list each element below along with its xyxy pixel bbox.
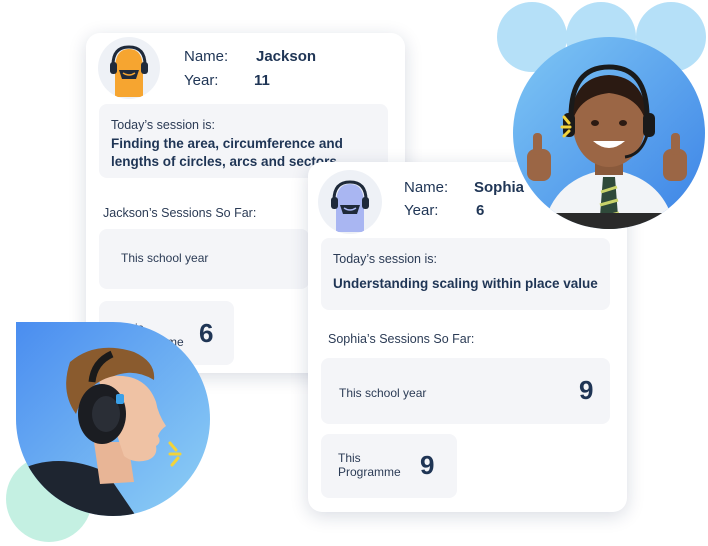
sophia-school-year-count: 9 [579,375,594,405]
jackson-year: 11 [254,72,270,89]
sophia-sessions-heading: Sophia’s Sessions So Far: [328,332,475,346]
jackson-photo [16,322,210,516]
jackson-name-label: Name: [184,48,229,65]
jackson-school-year-label: This school year [121,251,209,265]
jackson-avatar [98,37,160,99]
headset-avatar-icon [331,180,369,232]
sophia-session-label: Today’s session is: [333,252,437,266]
sophia-programme-label-line2: Programme [338,465,401,479]
headset-avatar-icon [110,45,148,97]
jackson-sessions-heading: Jackson’s Sessions So Far: [103,206,257,220]
sophia-year: 6 [476,202,485,219]
jackson-session-label: Today’s session is: [111,118,215,132]
sophia-school-year-panel: This school year 9 [321,358,610,424]
jackson-year-label: Year: [184,72,219,89]
sophia-year-label: Year: [404,202,439,219]
sophia-avatar [318,170,382,234]
sparkle-icon [560,115,572,138]
jackson-school-year-panel: This school year [99,229,309,289]
sophia-session-topic: Understanding scaling within place value [333,276,598,291]
sophia-school-year-label: This school year [339,386,427,400]
sophia-programme-count: 9 [420,450,435,480]
sophia-photo [513,37,705,229]
jackson-name: Jackson [256,48,317,65]
sparkle-icon [168,441,182,467]
sophia-programme-label-line1: This [338,451,361,465]
sophia-programme-panel: This Programme 9 [321,434,457,498]
sophia-name: Sophia [474,179,525,196]
sophia-name-label: Name: [404,179,449,196]
jackson-programme-count: 6 [199,318,214,348]
sophia-session-panel: Today’s session is: Understanding scalin… [321,238,610,310]
